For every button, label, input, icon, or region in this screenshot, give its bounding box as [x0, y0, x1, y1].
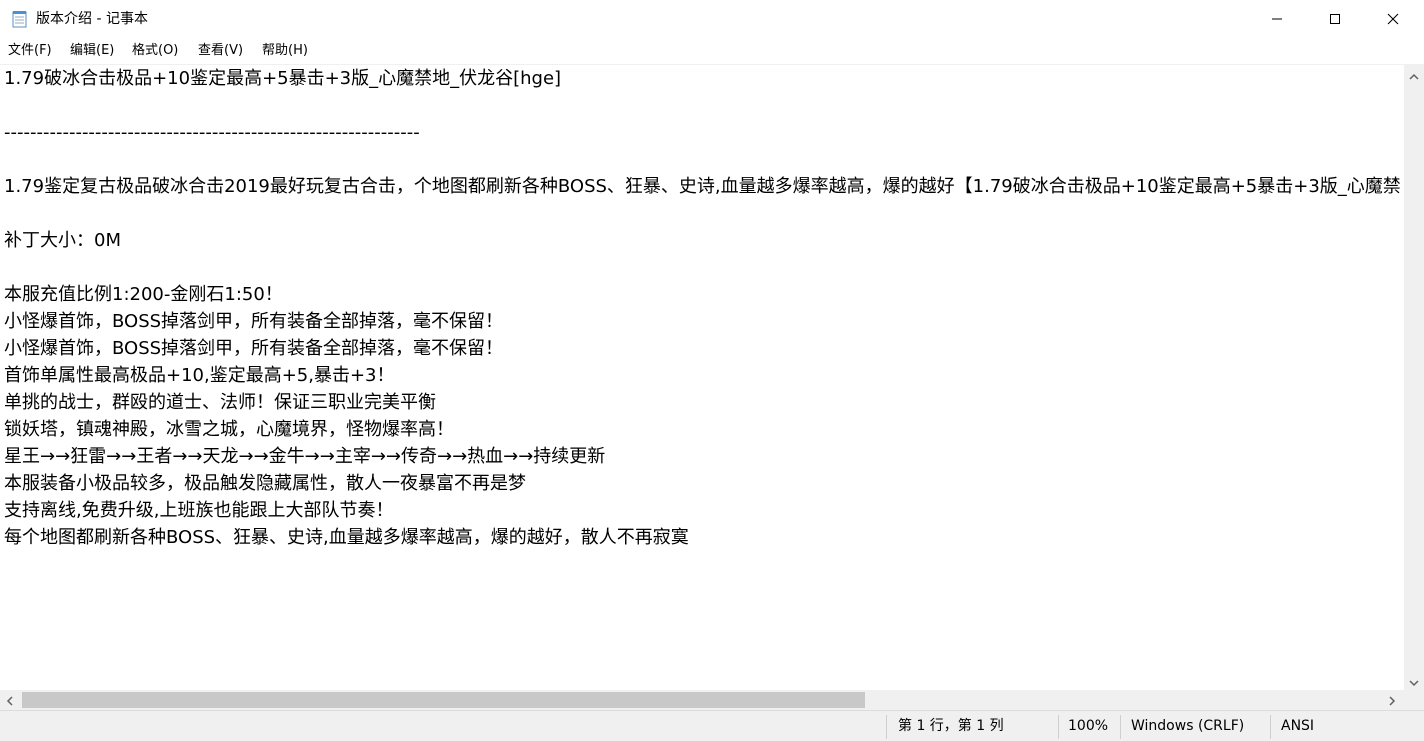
menu-bar: 文件(F) 编辑(E) 格式(O) 查看(V) 帮助(H) — [0, 38, 1424, 64]
window-title: 版本介绍 - 记事本 — [36, 11, 148, 27]
status-bar: 第 1 行，第 1 列 100% Windows (CRLF) ANSI — [0, 710, 1424, 741]
encoding: ANSI — [1281, 718, 1315, 734]
line-ending: Windows (CRLF) — [1131, 718, 1245, 734]
status-divider — [886, 715, 887, 739]
text-line: 1.79破冰合击极品+10鉴定最高+5暴击+3版_心魔禁地_伏龙谷[hge] — [4, 68, 562, 89]
text-line: 补丁大小：0M — [4, 230, 121, 251]
horizontal-scroll-thumb[interactable] — [22, 692, 865, 708]
menu-file[interactable]: 文件(F) — [8, 42, 52, 60]
status-divider — [1120, 715, 1121, 739]
close-button[interactable] — [1364, 0, 1422, 38]
text-line: 本服装备小极品较多，极品触发隐藏属性，散人一夜暴富不再是梦 — [4, 473, 526, 494]
title-bar: 版本介绍 - 记事本 — [0, 0, 1424, 38]
text-line: ----------------------------------------… — [4, 122, 420, 143]
scroll-down-arrow-icon — [1409, 672, 1419, 691]
scroll-right-button[interactable] — [1382, 690, 1402, 710]
maximize-icon — [1329, 13, 1341, 25]
maximize-button[interactable] — [1306, 0, 1364, 38]
menu-edit[interactable]: 编辑(E) — [70, 42, 114, 60]
status-divider — [1270, 715, 1271, 739]
minimize-icon — [1271, 13, 1283, 25]
text-line: 支持离线,免费升级,上班族也能跟上大部队节奏！ — [4, 500, 394, 521]
text-line: 星王→→狂雷→→王者→→天龙→→金牛→→主宰→→传奇→→热血→→持续更新 — [4, 446, 606, 467]
menu-help[interactable]: 帮助(H) — [262, 42, 308, 60]
status-divider — [1058, 715, 1059, 739]
minimize-button[interactable] — [1248, 0, 1306, 38]
text-line: 小怪爆首饰，BOSS掉落剑甲，所有装备全部掉落，毫不保留！ — [4, 338, 504, 359]
text-line: 锁妖塔，镇魂神殿，冰雪之城，心魔境界，怪物爆率高！ — [4, 419, 454, 440]
scroll-right-arrow-icon — [1388, 691, 1396, 710]
cursor-position: 第 1 行，第 1 列 — [898, 718, 1004, 734]
scroll-up-arrow-icon — [1409, 66, 1419, 85]
scroll-left-button[interactable] — [0, 690, 20, 710]
text-line: 1.79鉴定复古极品破冰合击2019最好玩复古合击，个地图都刷新各种BOSS、狂… — [4, 176, 1400, 197]
text-line: 单挑的战士，群殴的道士、法师！保证三职业完美平衡 — [4, 392, 436, 413]
scroll-up-button[interactable] — [1404, 65, 1424, 85]
notepad-icon — [12, 10, 28, 28]
text-line: 首饰单属性最高极品+10,鉴定最高+5,暴击+3！ — [4, 365, 395, 386]
horizontal-scrollbar[interactable] — [0, 690, 1404, 710]
close-icon — [1387, 13, 1399, 25]
text-line: 每个地图都刷新各种BOSS、狂暴、史诗,血量越多爆率越高，爆的越好，散人不再寂寞 — [4, 527, 689, 548]
text-editor[interactable]: 1.79破冰合击极品+10鉴定最高+5暴击+3版_心魔禁地_伏龙谷[hge] -… — [0, 64, 1424, 691]
scroll-down-button[interactable] — [1404, 671, 1424, 691]
scroll-left-arrow-icon — [6, 691, 14, 710]
zoom-level: 100% — [1068, 718, 1109, 734]
menu-format[interactable]: 格式(O) — [132, 42, 178, 60]
menu-view[interactable]: 查看(V) — [198, 42, 243, 60]
vertical-scrollbar[interactable] — [1404, 65, 1424, 691]
scrollbar-corner — [1404, 690, 1424, 710]
text-line: 小怪爆首饰，BOSS掉落剑甲，所有装备全部掉落，毫不保留！ — [4, 311, 504, 332]
document-text[interactable]: 1.79破冰合击极品+10鉴定最高+5暴击+3版_心魔禁地_伏龙谷[hge] -… — [0, 65, 1400, 691]
text-line: 本服充值比例1:200-金刚石1:50！ — [4, 284, 283, 305]
